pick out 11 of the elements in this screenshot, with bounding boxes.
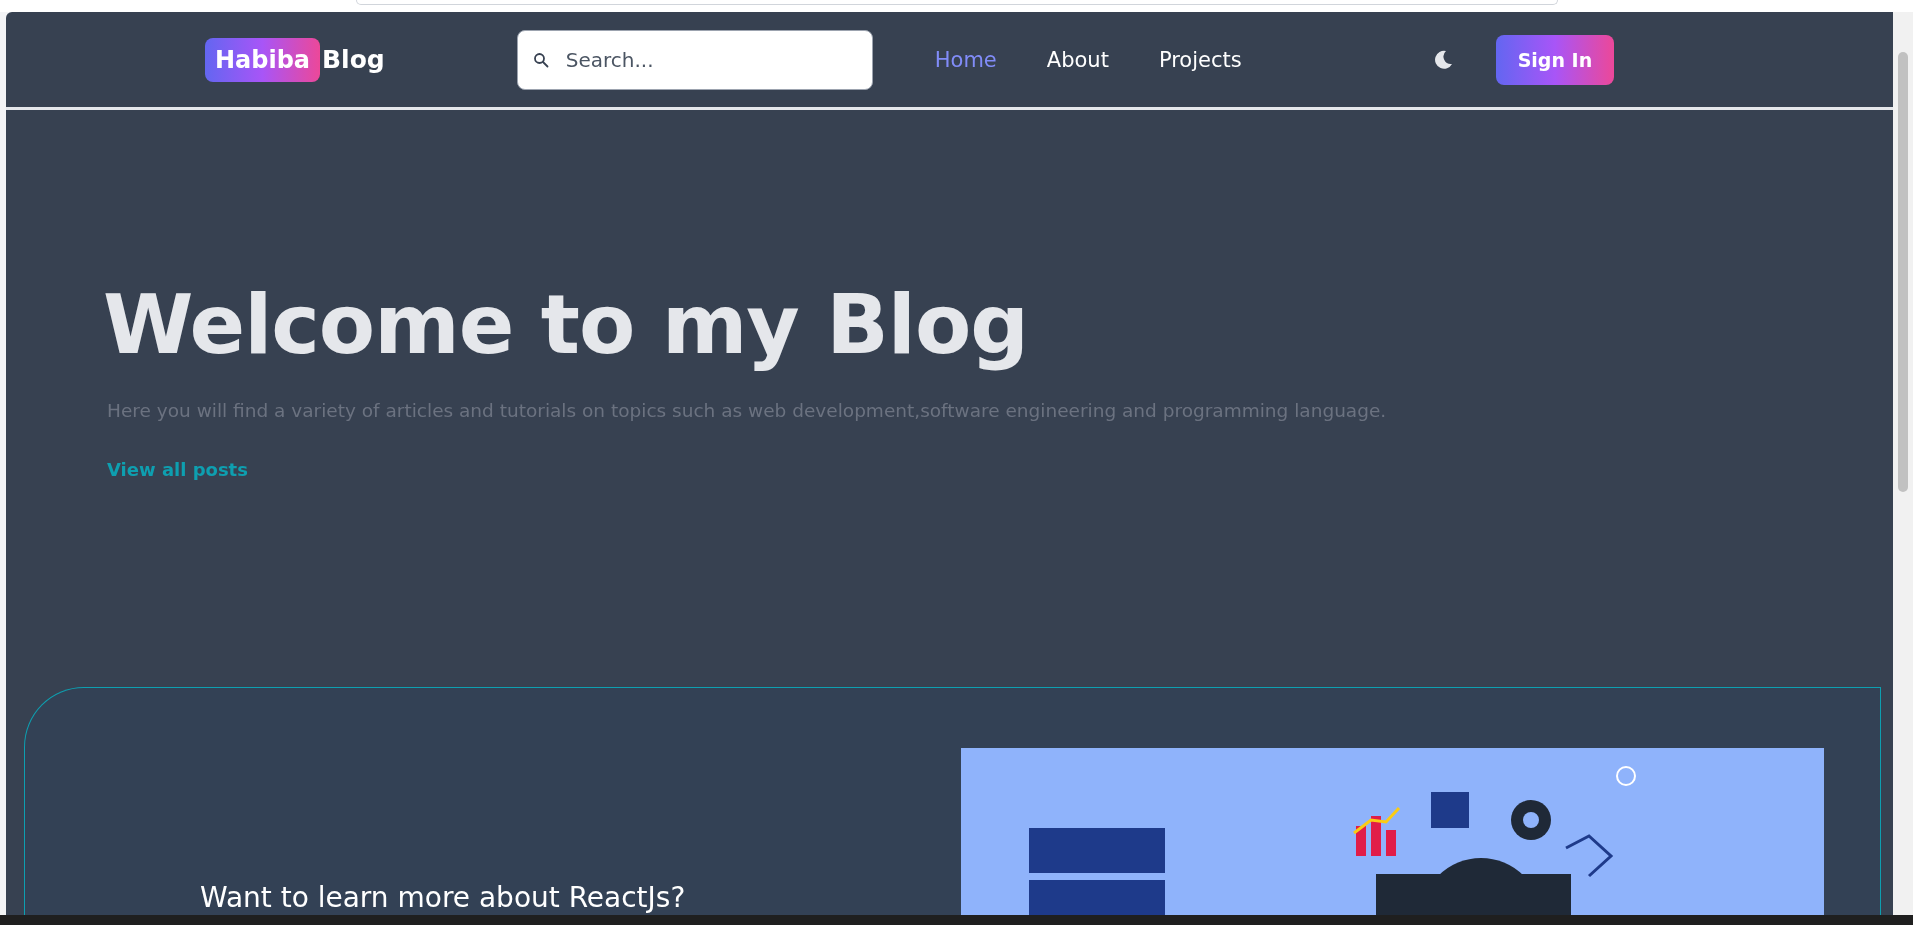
hero-title: Welcome to my Blog (103, 280, 1029, 371)
logo-text[interactable]: Blog (322, 45, 385, 74)
logo-badge[interactable]: Habiba (205, 37, 321, 82)
view-all-posts-link[interactable]: View all posts (107, 459, 248, 481)
scrollbar[interactable] (1893, 12, 1913, 915)
search-field[interactable]: Search... (516, 29, 873, 90)
promo-heading: Want to learn more about ReactJs? (200, 883, 686, 914)
nav-link[interactable]: Projects (1158, 47, 1242, 72)
nav-link[interactable]: Home (934, 47, 997, 72)
nav-link[interactable]: About (1046, 47, 1109, 72)
sign-in-button[interactable]: Sign In (1495, 34, 1615, 85)
